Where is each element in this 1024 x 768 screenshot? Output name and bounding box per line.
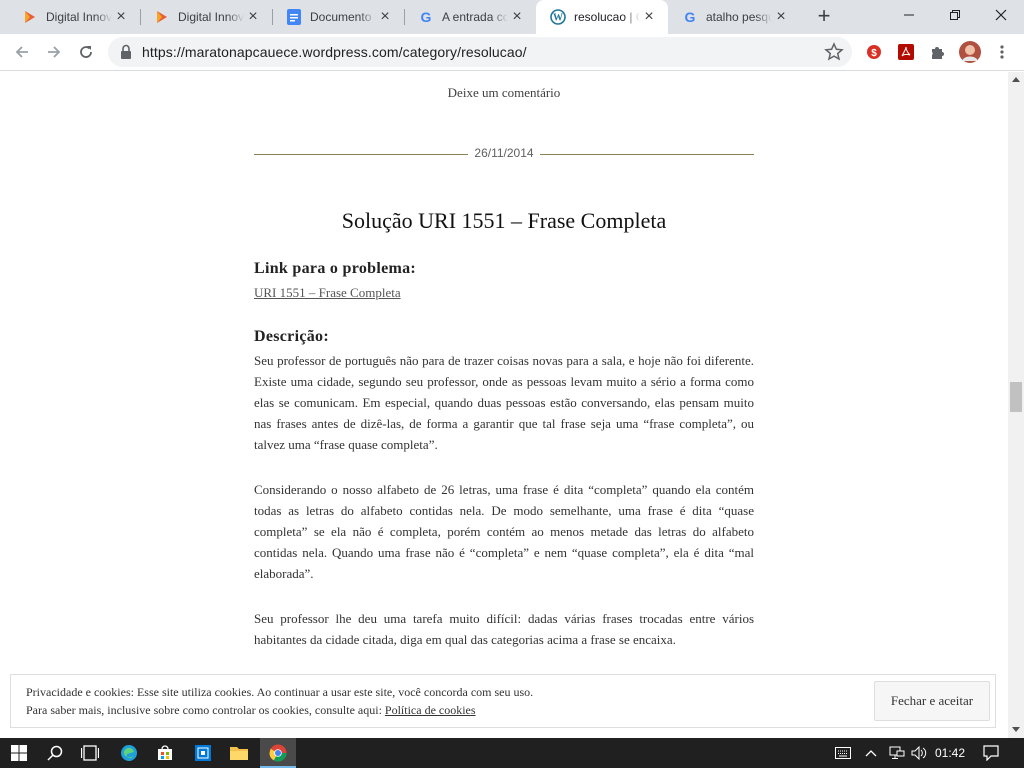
restore-icon: [950, 10, 960, 20]
problem-link[interactable]: URI 1551 – Frase Completa: [254, 285, 401, 301]
cookie-text-line1: Privacidade e cookies: Esse site utiliza…: [26, 685, 534, 699]
windows-start-icon[interactable]: [8, 742, 30, 764]
menu-kebab-icon[interactable]: [992, 42, 1012, 62]
volume-icon[interactable]: [908, 742, 930, 764]
address-bar[interactable]: https://maratonapcauece.wordpress.com/ca…: [108, 37, 852, 67]
reload-button[interactable]: [72, 38, 100, 66]
dio-icon: [22, 9, 38, 25]
minimize-button[interactable]: [886, 0, 932, 30]
extension-red-icon[interactable]: $: [864, 42, 884, 62]
windows-taskbar: 01:42: [0, 738, 1024, 768]
extensions-puzzle-icon[interactable]: [928, 42, 948, 62]
dio-icon: [154, 9, 170, 25]
chrome-icon[interactable]: [267, 742, 289, 764]
tab-google-search-1[interactable]: G A entrada co ×: [404, 0, 536, 34]
cookie-banner: Privacidade e cookies: Esse site utiliza…: [10, 674, 996, 728]
google-icon: G: [418, 9, 434, 25]
arrow-right-icon: [48, 46, 61, 58]
reload-icon: [80, 46, 92, 58]
scroll-down-icon[interactable]: [1012, 727, 1020, 732]
description-paragraph-3: Seu professor lhe deu uma tarefa muito d…: [254, 611, 754, 647]
minimize-icon: [904, 14, 914, 16]
network-icon[interactable]: [886, 742, 908, 764]
accept-cookies-button[interactable]: Fechar e aceitar: [874, 681, 990, 721]
arrow-left-icon: [15, 46, 28, 58]
scroll-thumb[interactable]: [1010, 382, 1022, 412]
restore-button[interactable]: [932, 0, 978, 30]
chevron-up-icon[interactable]: [860, 742, 882, 764]
search-icon[interactable]: [44, 742, 66, 764]
tab-strip: Digital Innovation One × Digital Innovat…: [0, 0, 1024, 34]
svg-text:$: $: [871, 48, 877, 59]
wordpress-icon: W: [550, 9, 566, 25]
taskbar-clock[interactable]: 01:42: [935, 738, 965, 768]
url-text[interactable]: https://maratonapcauece.wordpress.com/ca…: [142, 37, 527, 67]
store-icon[interactable]: [154, 742, 176, 764]
google-docs-icon: [286, 9, 302, 25]
lock-icon[interactable]: [120, 44, 132, 60]
edge-icon[interactable]: [118, 742, 140, 764]
description-heading: Descrição:: [254, 328, 329, 345]
google-icon: G: [682, 9, 698, 25]
keyboard-icon[interactable]: [832, 742, 854, 764]
close-tab-icon[interactable]: ×: [244, 8, 262, 26]
notifications-icon[interactable]: [980, 742, 1002, 764]
post-title[interactable]: Solução URI 1551 – Frase Completa: [0, 208, 1008, 234]
page-scrollbar[interactable]: [1008, 72, 1024, 738]
post-date[interactable]: 26/11/2014: [468, 146, 540, 160]
page-content: Deixe um comentário 26/11/2014 Solução U…: [0, 72, 1008, 738]
link-heading: Link para o problema:: [254, 260, 417, 277]
cookie-policy-link[interactable]: Política de cookies: [385, 703, 476, 717]
close-icon: [995, 9, 1007, 21]
pdf-extension-icon[interactable]: [896, 42, 916, 62]
post-date-row: 26/11/2014: [254, 146, 754, 162]
profile-avatar[interactable]: [958, 40, 982, 64]
description-paragraph-2: Considerando o nosso alfabeto de 26 letr…: [254, 482, 754, 581]
cookie-text-line2: Para saber mais, inclusive sobre como co…: [26, 703, 385, 717]
close-tab-icon[interactable]: ×: [772, 8, 790, 26]
tab-google-search-2[interactable]: G atalho pesqu ×: [668, 0, 800, 34]
scroll-up-icon[interactable]: [1012, 77, 1020, 82]
description-paragraph-1: Seu professor de português não para de t…: [254, 353, 754, 452]
tab-google-docs[interactable]: Documento sem título ×: [272, 0, 404, 34]
close-tab-icon[interactable]: ×: [376, 8, 394, 26]
tab-dio-2[interactable]: Digital Innovation One ×: [140, 0, 272, 34]
forward-button[interactable]: [40, 38, 68, 66]
tab-dio-1[interactable]: Digital Innovation One ×: [8, 0, 140, 34]
app-icon[interactable]: [192, 742, 214, 764]
close-tab-icon[interactable]: ×: [640, 8, 658, 26]
browser-toolbar: https://maratonapcauece.wordpress.com/ca…: [0, 34, 1024, 71]
svg-text:G: G: [685, 9, 696, 25]
file-explorer-icon[interactable]: [228, 742, 250, 764]
new-tab-button[interactable]: +: [812, 5, 836, 29]
bookmark-star-icon[interactable]: [824, 42, 844, 62]
svg-text:W: W: [553, 13, 563, 24]
back-button[interactable]: [8, 38, 36, 66]
task-view-icon[interactable]: [79, 742, 101, 764]
close-window-button[interactable]: [978, 0, 1024, 30]
close-tab-icon[interactable]: ×: [112, 8, 130, 26]
tab-wordpress-active[interactable]: W resolucao | C ×: [536, 0, 668, 34]
leave-comment-link[interactable]: Deixe um comentário: [0, 85, 1008, 101]
svg-text:G: G: [421, 9, 432, 25]
close-tab-icon[interactable]: ×: [508, 8, 526, 26]
